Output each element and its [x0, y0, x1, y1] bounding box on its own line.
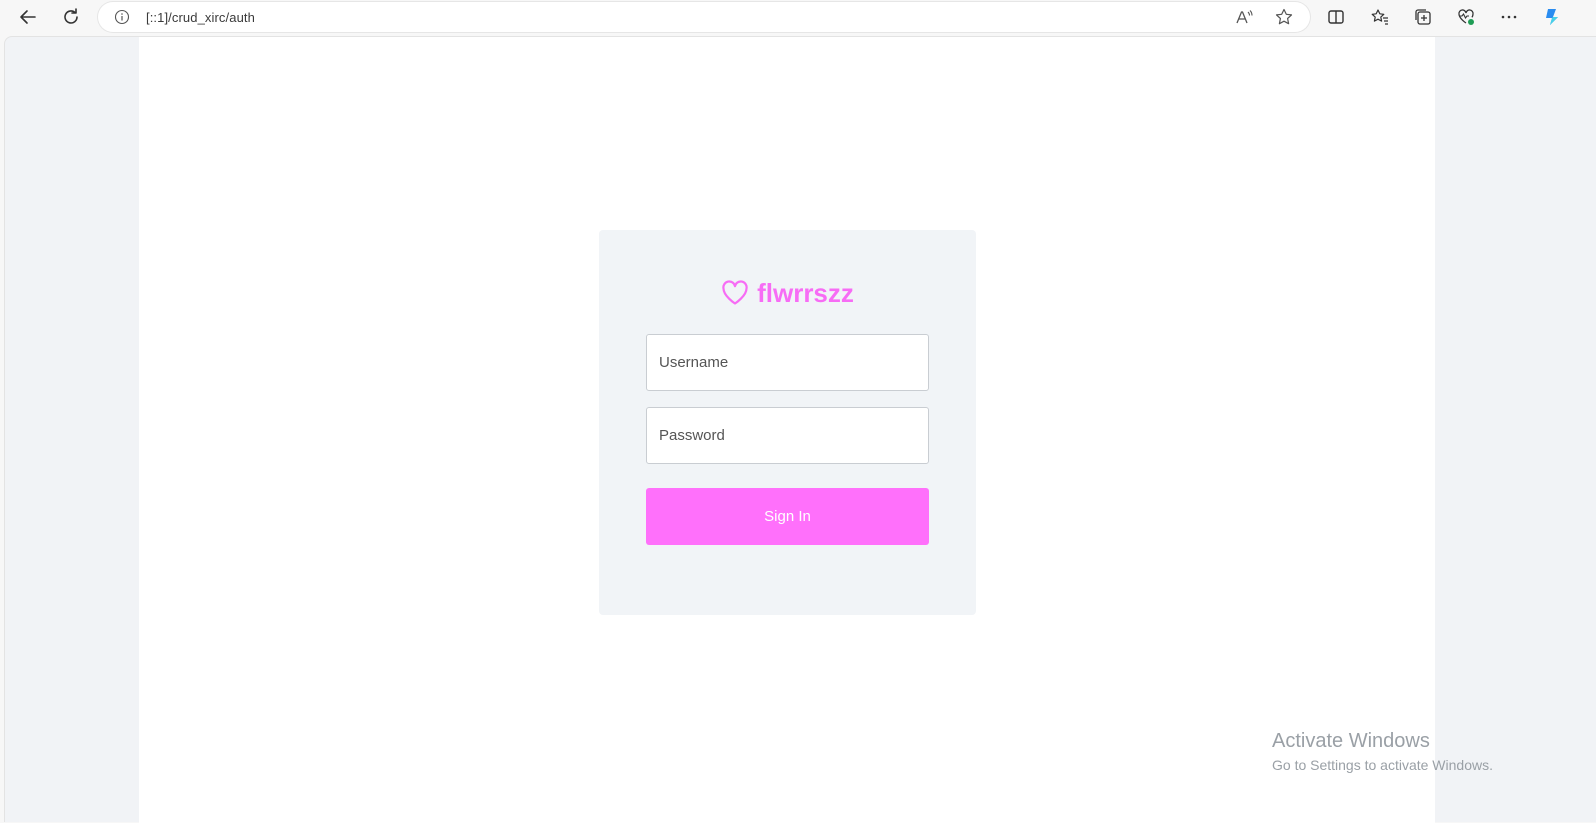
copilot-icon[interactable]: [1538, 3, 1566, 31]
password-input[interactable]: [646, 407, 929, 464]
browser-toolbar: [::1]/crud_xirc/auth: [0, 0, 1596, 34]
brand-name: flwrrszz: [757, 277, 854, 308]
info-icon[interactable]: [114, 9, 130, 25]
heart-icon: [722, 280, 748, 305]
brand: flwrrszz: [599, 276, 976, 310]
page-container: flwrrszz Sign In: [139, 37, 1435, 823]
watermark-subtitle: Go to Settings to activate Windows.: [1272, 757, 1493, 773]
watermark-title: Activate Windows: [1272, 730, 1430, 752]
browser-viewport: flwrrszz Sign In: [4, 36, 1596, 823]
address-bar[interactable]: [::1]/crud_xirc/auth: [98, 2, 1310, 32]
split-screen-icon[interactable]: [1322, 3, 1350, 31]
username-input[interactable]: [646, 334, 929, 391]
browser-health-icon[interactable]: [1452, 3, 1480, 31]
favorites-icon[interactable]: [1366, 3, 1394, 31]
collections-icon[interactable]: [1409, 3, 1437, 31]
activate-windows-watermark: Activate Windows Go to Settings to activ…: [1272, 730, 1493, 773]
read-aloud-icon[interactable]: [1234, 7, 1254, 27]
back-arrow-icon[interactable]: [14, 3, 42, 31]
sign-in-button[interactable]: Sign In: [646, 488, 929, 545]
refresh-icon[interactable]: [57, 3, 85, 31]
favorite-star-icon[interactable]: [1274, 7, 1294, 27]
url-text[interactable]: [::1]/crud_xirc/auth: [146, 10, 255, 25]
login-card: flwrrszz Sign In: [599, 230, 976, 615]
more-menu-icon[interactable]: [1495, 3, 1523, 31]
